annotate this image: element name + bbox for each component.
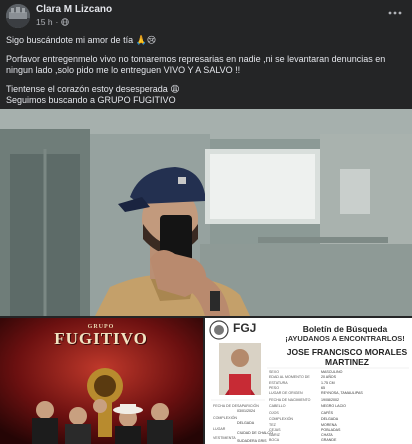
post-header: Clara M Lizcano 15 h · [0, 0, 412, 32]
search-bulletin[interactable]: FGJ Boletín de Búsqueda ¡AYUDANOS A ENCO… [205, 318, 412, 444]
post-photo-main[interactable] [0, 109, 412, 316]
field-label: PESO [269, 386, 279, 390]
band-logo-main: FUGITIVO [54, 329, 148, 348]
post-paragraph: Sigo buscándote mi amor de tía 🙏😢 [6, 35, 157, 45]
field-value: POBLADAS [321, 428, 341, 432]
globe-icon [61, 18, 70, 26]
bulletin-header: Boletín de Búsqueda ¡AYUDANOS A ENCONTRA… [285, 324, 405, 344]
field-label: CABELLO [269, 404, 286, 408]
field-label: BOCA [269, 438, 280, 442]
selfie-photo [0, 109, 412, 316]
field-value: REYNOSA, TAMAULIPAS [321, 391, 363, 395]
field-label: EDAD AL MOMENTO DE [269, 375, 310, 379]
field-label: LUGAR [213, 427, 226, 431]
missing-person-name-line2: MARTINEZ [325, 357, 369, 367]
post-meta: 15 h · [36, 17, 70, 27]
field-value: 1.75 CM [321, 381, 335, 385]
field-value: DELGADA [237, 421, 255, 425]
field-label: TEZ [269, 423, 276, 427]
band-logo: GRUPO FUGITIVO [26, 324, 176, 349]
band-poster[interactable]: GRUPO FUGITIVO [0, 318, 203, 444]
author-name[interactable]: Clara M Lizcano [36, 4, 112, 15]
avatar[interactable] [6, 4, 30, 28]
field-value: CAFÉS [321, 411, 333, 415]
post-photo-grid: GRUPO FUGITIVO FGJ Boletín de Búsqueda ¡… [0, 318, 412, 444]
post-body: Sigo buscándote mi amor de tía 🙏😢 Porfav… [6, 35, 408, 114]
field-label: OJOS [269, 411, 279, 415]
more-options-icon[interactable] [386, 6, 404, 20]
field-value: MORENA [321, 423, 337, 427]
field-label: VESTIMENTA [213, 436, 236, 440]
bulletin-subtitle: ¡AYUDANOS A ENCONTRARLOS! [285, 334, 405, 343]
field-value: SUDADERA GRIS [237, 439, 267, 443]
field-label: COMPLEXIÓN [269, 417, 293, 421]
field-value: 20 AÑOS [321, 375, 336, 379]
field-label: COMPLEXIÓN [213, 416, 237, 420]
avatar-image [6, 4, 30, 28]
field-value: NEGRO LACIO [321, 404, 346, 408]
missing-person-name-line1: JOSE FRANCISCO MORALES [286, 347, 408, 357]
field-value: MASCULINO [321, 370, 343, 374]
missing-person-name: JOSE FRANCISCO MORALES MARTINEZ [285, 347, 409, 367]
post-paragraph: Tientense el corazón estoy desesperada 😩… [6, 83, 180, 106]
field-value: DELGADA [321, 417, 339, 421]
field-label: FECHA DE NACIMIENTO [269, 398, 311, 402]
post-time[interactable]: 15 h [36, 17, 53, 27]
field-label: SEXO [269, 370, 279, 374]
field-value: 19/08/2002 [321, 398, 339, 402]
field-value: 03/01/2024 [237, 409, 255, 413]
meta-separator: · [55, 17, 59, 27]
field-label: FECHA DE DESAPARICIÓN [213, 404, 259, 408]
agency-logo-text: FGJ [233, 321, 257, 335]
bulletin-title: Boletín de Búsqueda [302, 324, 388, 334]
post-paragraph: Porfavor entregenmelo vivo no tomaremos … [6, 53, 386, 76]
field-value: CIUDAD DE CHALCO [237, 431, 273, 435]
field-value: GRANDE [321, 438, 337, 442]
field-value: 65 [321, 386, 325, 390]
field-value: CHATA [321, 433, 333, 437]
field-label: ESTATURA [269, 381, 288, 385]
field-label: LUGAR DE ORIGEN [269, 391, 303, 395]
